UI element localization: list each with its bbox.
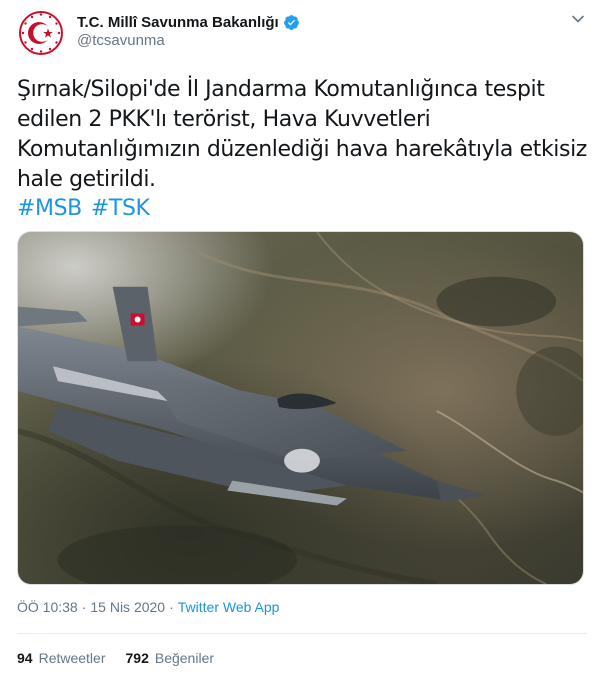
hashtags: #MSB #TSK (17, 194, 159, 224)
tweet-date[interactable]: 15 Nis 2020 (90, 599, 165, 615)
tweet-text-line: Komutanlığımızın düzenlediği hava harekâ… (17, 137, 587, 162)
display-name[interactable]: T.C. Millî Savunma Bakanlığı (77, 14, 279, 31)
verified-badge-icon (283, 14, 300, 31)
tweet-meta: ÖÖ 10:38 · 15 Nis 2020 · Twitter Web App (17, 599, 279, 615)
author-handle[interactable]: @tcsavunma (77, 32, 165, 49)
more-options-button[interactable] (566, 10, 590, 28)
avatar[interactable] (17, 9, 65, 57)
tweet-time[interactable]: ÖÖ 10:38 (17, 599, 78, 615)
likes-label: Beğeniler (154, 650, 215, 666)
tweet-text-line: edilen 2 PKK'lı terörist, Hava Kuvvetler… (17, 107, 431, 132)
hashtag-link[interactable]: #MSB (17, 196, 82, 221)
tweet: T.C. Millî Savunma Bakanlığı @tcsavunma … (0, 0, 602, 676)
tweet-photo[interactable] (17, 231, 584, 585)
retweets-count: 94 (17, 650, 33, 666)
tweet-text: Şırnak/Silopi'de İl Jandarma Komutanlığı… (17, 75, 587, 195)
likes-stat[interactable]: 792 Beğeniler (126, 650, 215, 666)
meta-separator: · (81, 599, 87, 615)
author-name-row[interactable]: T.C. Millî Savunma Bakanlığı (77, 12, 300, 32)
retweets-stat[interactable]: 94 Retweetler (17, 650, 106, 666)
crescent-star-emblem-icon (17, 9, 65, 57)
divider (17, 633, 587, 634)
likes-count: 792 (125, 650, 149, 666)
tweet-text-line: Şırnak/Silopi'de İl Jandarma Komutanlığı… (17, 77, 545, 102)
tweet-source-link[interactable]: Twitter Web App (178, 599, 280, 615)
tweet-stats: 94 Retweetler 792 Beğeniler (17, 650, 234, 666)
chevron-down-icon (572, 15, 584, 23)
hashtag-link[interactable]: #TSK (91, 196, 150, 221)
tweet-text-line: hale getirildi. (17, 167, 156, 192)
retweets-label: Retweetler (38, 650, 106, 666)
fighter-jet-photo (18, 232, 583, 584)
meta-separator: · (169, 599, 174, 615)
